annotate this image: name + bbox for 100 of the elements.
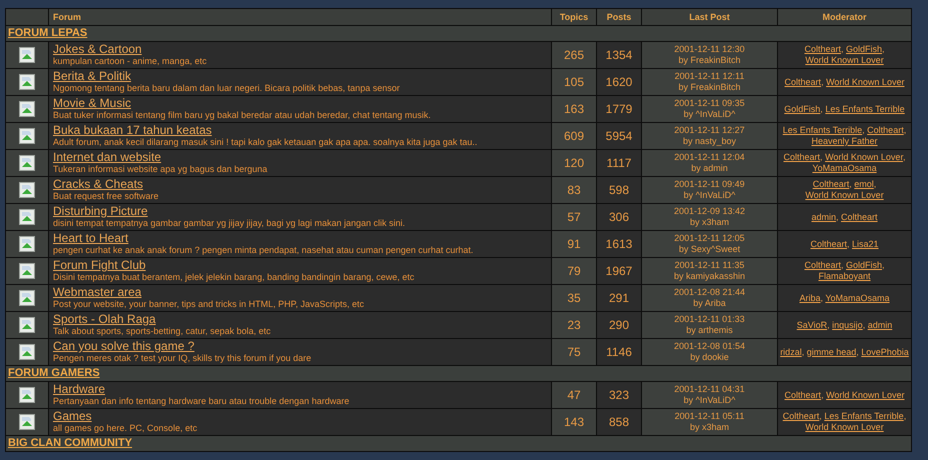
moderator-link[interactable]: inqusijo [832,320,863,330]
forum-link[interactable]: Forum Fight Club [53,259,146,272]
forum-link[interactable]: Disturbing Picture [53,205,148,218]
forum-description: Pengen meres otak ? test your IQ, skills try this forum if you dare [53,353,312,364]
moderator-link[interactable]: SaVioR [796,320,828,330]
moderator-list: Coltheart, Lisa21 [810,238,879,248]
moderator-link[interactable]: World Known Lover [826,390,904,400]
moderator-list: ridzal, gimme head, LovePhobia [780,346,909,356]
last-post-date: 2001-12-09 13:42 [672,206,746,217]
moderator-link[interactable]: Coltheart [812,179,850,189]
moderator-link[interactable]: Les Enfants Terrible [825,104,905,114]
moderator-link[interactable]: emol [854,179,874,189]
moderator-list: Les Enfants Terrible, Coltheart, Heavenly Father [782,125,906,146]
moderator-link[interactable]: Coltheart [784,152,820,162]
category-link[interactable]: FORUM GAMERS [8,367,100,379]
topics-count: 143 [552,409,596,435]
moderator-list: Coltheart, emol, World Known Lover [805,179,884,200]
column-header: Moderator [778,9,911,25]
category-link[interactable]: BIG CLAN COMMUNITY [8,437,132,449]
moderator-link[interactable]: Coltheart [782,411,820,421]
topics-count: 47 [552,382,596,408]
moderator-link[interactable]: ridzal [780,346,802,356]
posts-count: 5954 [597,123,641,149]
last-post-date: 2001-12-11 01:33 [673,314,746,325]
category-link[interactable]: FORUM LEPAS [8,27,88,39]
moderator-list: Coltheart, World Known Lover [784,76,904,86]
moderator-link[interactable]: GoldFish [784,104,820,114]
moderator-link[interactable]: Heavenly Father [811,136,878,146]
moderator-link[interactable]: admin [811,212,836,222]
last-post-date: 2001-12-11 05:11 [674,411,746,422]
forum-description: Buat request free software [53,191,160,202]
moderator-link[interactable]: Coltheart [867,125,904,135]
last-post-author: by FreakinBitch [677,82,742,93]
last-post-author: by x3ham [688,217,730,228]
posts-count: 1613 [597,231,641,257]
last-post-date: 2001-12-08 21:44 [672,287,746,298]
forum-link[interactable]: Heart to Heart [53,232,128,245]
moderator-link[interactable]: GoldFish [846,260,882,270]
forum-description: Ngomong tentang berita baru dalam dan luar negeri. Bicara politik bebas, tanpa sensor [53,83,401,94]
moderator-list: Coltheart, GoldFish, World Known Lover [804,44,885,65]
forum-description: Pertanyaan dan info tentang hardware baru atau trouble dengan hardware [53,396,350,407]
forum-description: Disini tempatnya buat berantem, jelek jelekin barang, banding bandingin barang, cewe, etc [53,272,416,283]
last-post-author: by kamiyakasshin [672,271,746,282]
forum-description: Adult forum, anak kecil dilarang masuk sini ! tapi kalo gak ketauan gak apa apa. soalnya kita juga gak tau.. [53,137,478,148]
moderator-link[interactable]: World Known Lover [826,76,904,86]
moderator-link[interactable]: World Known Lover [825,152,903,162]
column-header: Posts [597,9,641,25]
forum-description: pengen curhat ke anak anak forum ? pengen minta pendapat, nasehat atau cuman pengen curhat curhat. [53,245,474,256]
forum-link[interactable]: Cracks & Cheats [53,178,144,191]
forum-link[interactable]: Berita & Politik [53,70,132,83]
moderator-link[interactable]: Coltheart [810,238,847,248]
moderator-link[interactable]: Coltheart [804,44,841,54]
moderator-link[interactable]: YoMamaOsama [825,292,890,302]
moderator-link[interactable]: Coltheart [784,390,822,400]
forum-link[interactable]: Games [53,410,92,423]
forum-link[interactable]: Jokes & Cartoon [53,43,142,56]
image-icon [19,155,35,171]
last-post-date: 2001-12-11 09:35 [673,98,746,109]
moderator-link[interactable]: LovePhobia [861,346,909,356]
moderator-list: admin, Coltheart [811,212,878,222]
moderator-link[interactable]: Lisa21 [852,238,879,248]
posts-count: 1779 [597,96,641,122]
forum-description: Buat tuker informasi tentang film baru yg bakal beredar atau udah beredar, chat tentang musik. [53,110,432,121]
moderator-link[interactable]: Flamaboyant [818,271,871,281]
forum-link[interactable]: Buka bukaan 17 tahun keatas [53,124,212,137]
posts-count: 1620 [597,69,641,95]
moderator-link[interactable]: gimme head [806,346,856,356]
moderator-link[interactable]: Coltheart [784,76,822,86]
last-post-author: by FreakinBitch [677,55,742,66]
moderator-link[interactable]: Ariba [799,292,820,302]
moderator-link[interactable]: World Known Lover [805,422,884,432]
moderator-link[interactable]: GoldFish [846,44,882,54]
last-post-date: 2001-12-08 01:54 [672,341,746,352]
forum-link[interactable]: Movie & Music [53,97,132,110]
image-icon [19,47,35,63]
forum-link[interactable]: Internet dan website [53,151,162,164]
moderator-link[interactable]: Les Enfants Terrible [782,125,862,135]
forum-link[interactable]: Hardware [53,383,106,396]
moderator-list: Coltheart, GoldFish, Flamaboyant [804,260,885,281]
moderator-link[interactable]: admin [868,320,892,330]
moderator-link[interactable]: YoMamaOsama [812,163,877,173]
topics-count: 609 [552,123,596,149]
last-post-author: by ^InVaLiD^ [682,395,736,406]
moderator-link[interactable]: Les Enfants Terrible [824,411,904,421]
topics-count: 35 [552,285,596,311]
posts-count: 306 [597,204,641,230]
moderator-link[interactable]: World Known Lover [805,190,884,200]
forum-link[interactable]: Sports - Olah Raga [53,313,156,326]
image-icon [19,263,35,279]
forum-description: Post your website, your banner, tips and tricks in HTML, PHP, JavaScripts, etc [53,299,365,310]
last-post-date: 2001-12-11 12:05 [673,233,746,244]
last-post-author: by nasty_boy [682,136,738,147]
moderator-link[interactable]: Coltheart [841,212,878,222]
forum-description: disini tempat tempatnya gambar gambar yg jijay jijay, bagi yg lagi makan jangan clik sini. [53,218,406,229]
moderator-link[interactable]: Coltheart [804,260,841,270]
forum-link[interactable]: Webmaster area [53,286,142,299]
forum-link[interactable]: Can you solve this game ? [53,340,194,353]
last-post-date: 2001-12-11 12:30 [673,44,746,55]
last-post-author: by dookie [689,352,730,363]
moderator-link[interactable]: World Known Lover [805,55,884,65]
